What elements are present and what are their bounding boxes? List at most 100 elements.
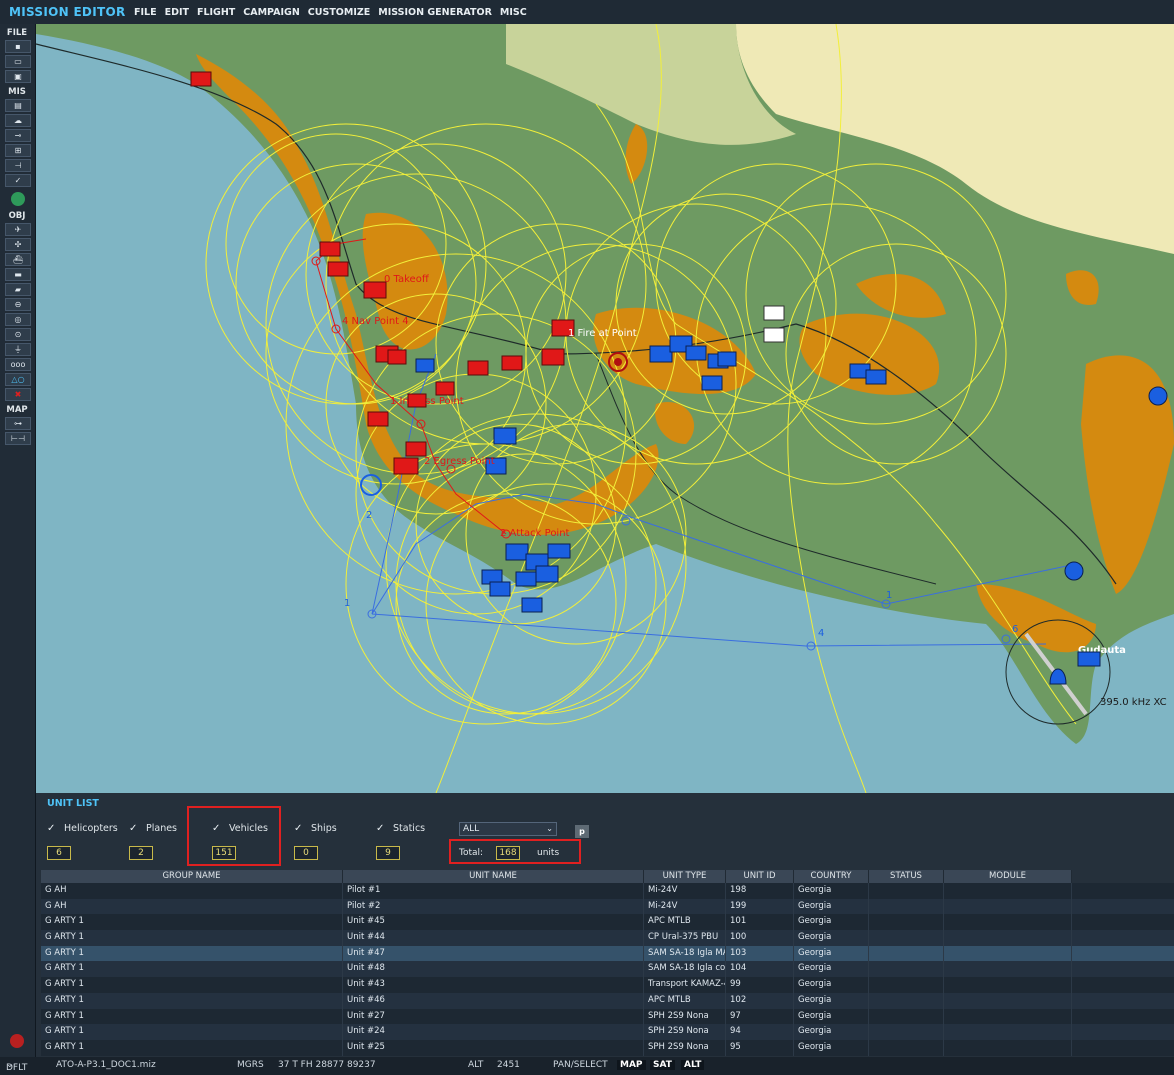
satellite-view-button[interactable]: SAT xyxy=(650,1060,675,1070)
red-waypoint-label: 4 Nav Point 4 xyxy=(342,316,409,327)
trigger-icon[interactable]: ⊸ xyxy=(5,129,31,142)
target-icon[interactable]: ⊙ xyxy=(5,328,31,341)
briefing-icon[interactable]: ▤ xyxy=(5,99,31,112)
checkbox-icon[interactable]: ✓ xyxy=(376,823,387,834)
table-cell: 104 xyxy=(726,961,794,978)
table-cell: 102 xyxy=(726,992,794,1009)
red-waypoint-label: 2 Egress Point xyxy=(424,456,495,467)
save-file-icon[interactable]: ▣ xyxy=(5,70,31,83)
menu-customize[interactable]: CUSTOMIZE xyxy=(308,7,370,18)
add-unit-icon[interactable] xyxy=(10,192,25,206)
coalition-select[interactable]: ALL ⌄ xyxy=(459,822,557,836)
airdrome-icon[interactable]: ⏚ xyxy=(5,343,31,356)
table-row[interactable]: G ARTY 1Unit #47SAM SA-18 Igla MAN103Geo… xyxy=(41,945,1174,962)
new-file-icon[interactable]: ▪ xyxy=(5,40,31,53)
table-row[interactable]: G ARTY 1 Unit #25 SPH 2S9 Nona 95 Georgia xyxy=(41,1039,1174,1056)
template-icon[interactable]: ooo xyxy=(5,358,31,371)
table-cell: Unit #46 xyxy=(343,992,644,1009)
table-cell xyxy=(869,930,944,946)
col-country[interactable]: COUNTRY xyxy=(794,870,869,883)
table-cell: APC MTLB xyxy=(644,914,726,931)
open-file-icon[interactable]: ▭ xyxy=(5,55,31,68)
col-status[interactable]: STATUS xyxy=(869,870,944,883)
table-cell: G ARTY 1 xyxy=(41,961,343,978)
measure-icon[interactable]: ⊢⊣ xyxy=(5,432,31,445)
table-row[interactable]: G ARTY 1 Unit #27 SPH 2S9 Nona 97 Georgia xyxy=(41,1008,1174,1025)
table-row[interactable]: G ARTY 1 Unit #24 SPH 2S9 Nona 94 Georgia xyxy=(41,1024,1174,1040)
table-row[interactable]: G AH Pilot #1 Mi-24V 198 Georgia xyxy=(41,883,1174,899)
col-module[interactable]: MODULE xyxy=(944,870,1072,883)
table-cell xyxy=(944,945,1072,962)
table-row[interactable]: G AH Pilot #2 Mi-24V 199 Georgia xyxy=(41,898,1174,915)
menu-edit[interactable]: EDIT xyxy=(165,7,189,18)
checkbox-icon[interactable]: ✓ xyxy=(129,823,140,834)
static-icon[interactable]: ⊖ xyxy=(5,298,31,311)
table-row[interactable]: G ARTY 1 Unit #48 SAM SA-18 Igla com 104 Geo… xyxy=(41,961,1174,978)
table-cell: 95 xyxy=(726,1039,794,1056)
vehicle-icon[interactable]: ▬ xyxy=(5,268,31,281)
col-group-name[interactable]: GROUP NAME xyxy=(41,870,343,883)
altitude-view-button[interactable]: ALT xyxy=(681,1060,705,1070)
table-row[interactable]: G ARTY 1 Unit #43 Transport KAMAZ-4 99 Georg… xyxy=(41,977,1174,993)
table-cell xyxy=(944,898,1072,915)
table-cell xyxy=(944,930,1072,946)
col-unit-name[interactable]: UNIT NAME xyxy=(343,870,644,883)
p-button[interactable]: p xyxy=(575,825,589,838)
check-icon[interactable]: ✓ xyxy=(5,174,31,187)
table-row[interactable]: G ARTY 1 Unit #44 CP Ural-375 PBU 100 Georgi… xyxy=(41,930,1174,946)
table-cell: Unit #27 xyxy=(343,1008,644,1025)
col-label: GROUP NAME xyxy=(162,871,221,881)
table-cell: 199 xyxy=(726,898,794,915)
table-cell: G AH xyxy=(41,898,343,915)
status-bar: DFLT ⌄ ATO-A-P3.1_DOC1.miz MGRS 37 T FH … xyxy=(0,1057,1174,1075)
target-marker-inner xyxy=(614,358,622,366)
col-unit-id[interactable]: UNIT ID xyxy=(726,870,794,883)
record-icon[interactable] xyxy=(10,1034,24,1048)
menu-misc[interactable]: MISC xyxy=(500,7,527,18)
filter-statics[interactable]: ✓ Statics xyxy=(376,823,425,834)
table-row[interactable]: G ARTY 1 Unit #45 APC MTLB 101 Georgia xyxy=(41,914,1174,931)
unit-list-panel: UNIT LIST ✓ Helicopters ✓ Planes ✓ Vehicles… xyxy=(36,793,1174,1057)
zone-icon[interactable]: ◎ xyxy=(5,313,31,326)
menu-flight[interactable]: FLIGHT xyxy=(197,7,235,18)
ship-icon[interactable]: ⛴ xyxy=(5,253,31,266)
table-cell: 100 xyxy=(726,930,794,946)
helicopter-icon[interactable]: ✣ xyxy=(5,238,31,251)
filter-helicopters[interactable]: ✓ Helicopters xyxy=(47,823,118,834)
menu-campaign[interactable]: CAMPAIGN xyxy=(243,7,300,18)
table-cell: 198 xyxy=(726,883,794,899)
col-unit-type[interactable]: UNIT TYPE xyxy=(644,870,726,883)
profile-select[interactable]: DFLT ⌄ xyxy=(6,1060,27,1073)
table-row[interactable]: G ARTY 1 Unit #46 APC MTLB 102 Georgia xyxy=(41,992,1174,1009)
shapes-icon[interactable]: △○ xyxy=(5,373,31,386)
red-waypoint-label: 2 Attack Point xyxy=(500,528,570,539)
ruler-icon[interactable]: ⊶ xyxy=(5,417,31,430)
col-label: MODULE xyxy=(989,871,1026,881)
filter-label: Planes xyxy=(146,823,178,834)
menu-file[interactable]: FILE xyxy=(134,7,157,18)
delete-icon[interactable]: ✖ xyxy=(5,388,31,401)
map-canvas[interactable]: Gudauta 395.0 kHz XC 0 Takeoff 4 Nav Poi… xyxy=(36,24,1174,793)
plane-icon[interactable]: ✈ xyxy=(5,223,31,236)
weather-icon[interactable]: ☁ xyxy=(5,114,31,127)
filter-planes[interactable]: ✓ Planes xyxy=(129,823,177,834)
table-cell xyxy=(869,1039,944,1056)
filter-label: Ships xyxy=(311,823,337,834)
table-cell xyxy=(869,914,944,931)
flag-icon[interactable]: ⊣ xyxy=(5,159,31,172)
table-cell xyxy=(944,977,1072,993)
table-cell xyxy=(869,945,944,962)
checkbox-icon[interactable]: ✓ xyxy=(294,823,305,834)
map-view-button[interactable]: MAP xyxy=(617,1060,646,1070)
goals-icon[interactable]: ⊞ xyxy=(5,144,31,157)
checkbox-icon[interactable]: ✓ xyxy=(47,823,58,834)
table-cell: Georgia xyxy=(794,1024,869,1040)
map-view[interactable]: Gudauta 395.0 kHz XC 0 Takeoff 4 Nav Poi… xyxy=(36,24,1174,793)
table-cell xyxy=(944,914,1072,931)
blue-waypoint-number: 2 xyxy=(366,510,372,521)
table-cell: Georgia xyxy=(794,914,869,931)
table-cell xyxy=(869,898,944,915)
tank-icon[interactable]: ▰ xyxy=(5,283,31,296)
menu-mission-generator[interactable]: MISSION GENERATOR xyxy=(378,7,492,18)
filter-ships[interactable]: ✓ Ships xyxy=(294,823,337,834)
